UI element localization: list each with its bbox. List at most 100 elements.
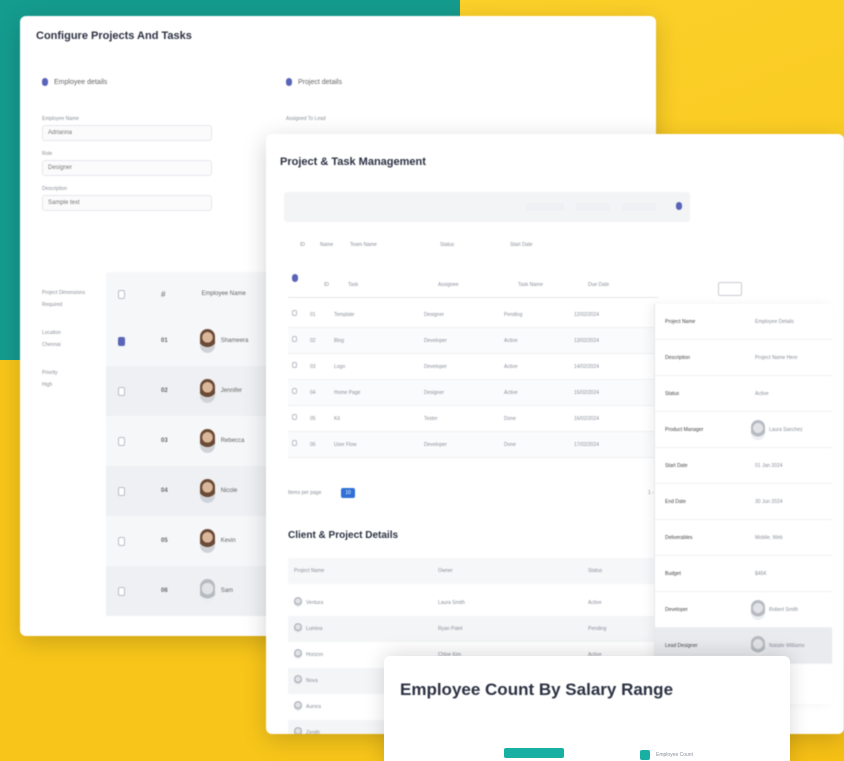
- client-cell: Nova: [306, 678, 318, 684]
- column-header[interactable]: Task Name: [518, 282, 543, 288]
- column-header[interactable]: Assignee: [438, 282, 459, 288]
- detail-row: Status Active: [655, 376, 832, 412]
- table-cell: 17/02/2024: [574, 442, 600, 448]
- client-cell: Aurora: [306, 704, 322, 710]
- row-checkbox[interactable]: [118, 386, 125, 396]
- column-header[interactable]: Task: [348, 282, 358, 288]
- client-column-header[interactable]: Project Name: [294, 568, 324, 574]
- side-label: Project Dimensions: [42, 290, 86, 296]
- configure-title: Configure Projects And Tasks: [36, 30, 192, 42]
- pager: Items per page 10 1 - 6: [288, 488, 658, 498]
- employee-id: 05: [161, 538, 168, 544]
- column-header[interactable]: Due Date: [588, 282, 609, 288]
- detail-row: Start Date 01 Jan 2024: [655, 448, 832, 484]
- detail-value: 01 Jan 2024: [755, 463, 783, 469]
- table-cell: Designer: [424, 312, 445, 318]
- table-cell: Developer: [424, 442, 447, 448]
- table-row[interactable]: 04 Home Page Designer Active 15/02/2024: [288, 380, 658, 406]
- export-csv-button[interactable]: [622, 203, 656, 211]
- pager-label: Items per page: [288, 490, 322, 496]
- row-checkbox[interactable]: [292, 362, 297, 368]
- table-cell: 02: [310, 338, 316, 344]
- client-cell: Laura Smith: [438, 600, 465, 606]
- client-column-header[interactable]: Owner: [438, 568, 453, 574]
- table-row[interactable]: 05 Kit Tester Done 16/02/2024: [288, 406, 658, 432]
- row-checkbox[interactable]: [292, 310, 297, 316]
- avatar: [199, 429, 215, 453]
- project-icon: [294, 597, 302, 607]
- row-checkbox[interactable]: [118, 436, 125, 446]
- row-checkbox[interactable]: [118, 336, 125, 346]
- project-icon: [294, 649, 302, 659]
- table-cell: Developer: [424, 338, 447, 344]
- toolbar: [284, 192, 690, 222]
- row-checkbox[interactable]: [292, 388, 297, 394]
- employee-id: 04: [161, 488, 168, 494]
- client-column-header[interactable]: Status: [588, 568, 602, 574]
- export-pdf-button[interactable]: [576, 203, 610, 211]
- group-header-cell: Start Date: [510, 242, 533, 248]
- column-chooser-button[interactable]: [718, 282, 742, 296]
- employee-id: 03: [161, 438, 168, 444]
- table-row[interactable]: 01 Template Designer Pending 12/02/2024: [288, 302, 658, 328]
- table-cell: 16/02/2024: [574, 416, 600, 422]
- client-cell: Active: [588, 600, 602, 606]
- detail-avatar: [751, 636, 765, 656]
- detail-label: Start Date: [665, 463, 688, 469]
- detail-row: End Date 30 Jun 2024: [655, 484, 832, 520]
- avatar: [199, 579, 215, 603]
- table-cell: 14/02/2024: [574, 364, 600, 370]
- pager-size-button[interactable]: 10: [341, 488, 355, 498]
- row-checkbox[interactable]: [292, 414, 297, 420]
- row-checkbox[interactable]: [292, 336, 297, 342]
- table-row[interactable]: 06 User Flow Developer Done 17/02/2024: [288, 432, 658, 458]
- client-cell: Ryan Patel: [438, 626, 463, 632]
- row-checkbox[interactable]: [118, 486, 125, 496]
- field-label: Role: [42, 151, 53, 157]
- employee-list-column: Employee Name: [201, 291, 246, 297]
- project-section-label: Project details: [298, 78, 342, 86]
- detail-panel: Project Name Employee Details Description P…: [654, 304, 832, 704]
- table-cell: 15/02/2024: [574, 390, 600, 396]
- detail-value: Employee Details: [755, 319, 794, 325]
- detail-label: Budget: [665, 571, 681, 577]
- detail-value: Robert Smith: [769, 607, 799, 613]
- select-all-checkbox[interactable]: [118, 289, 125, 299]
- row-checkbox[interactable]: [118, 536, 125, 546]
- table-cell: Designer: [424, 390, 445, 396]
- table-row[interactable]: 02 Blog Developer Active 13/02/2024: [288, 328, 658, 354]
- row-checkbox[interactable]: [118, 586, 125, 596]
- drag-icon[interactable]: [292, 274, 298, 282]
- table-cell: Done: [504, 442, 516, 448]
- project-section-icon: [286, 78, 292, 86]
- employee-section: Employee details: [42, 78, 107, 86]
- side-value: Required: [42, 302, 63, 308]
- client-row[interactable]: Lumina Ryan Patel Pending: [288, 616, 658, 642]
- detail-value: $45K: [755, 571, 767, 577]
- group-header-cell: Team Name: [350, 242, 377, 248]
- client-row[interactable]: Ventura Laura Smith Active: [288, 590, 658, 616]
- group-header-cell: ID: [300, 242, 305, 248]
- row-checkbox[interactable]: [292, 440, 297, 446]
- description-input[interactable]: Sample text: [42, 195, 212, 211]
- group-header-cell: Status: [440, 242, 455, 248]
- detail-row: Product Manager Laura Sanchez: [655, 412, 832, 448]
- detail-label: Project Name: [665, 319, 696, 325]
- table-cell: 03: [310, 364, 316, 370]
- table-row[interactable]: 03 Logo Developer Active 14/02/2024: [288, 354, 658, 380]
- column-header[interactable]: ID: [324, 282, 329, 288]
- project-field-label: Assigned To Lead: [286, 116, 326, 122]
- client-cell: Ventura: [306, 600, 324, 606]
- detail-value: Active: [755, 391, 769, 397]
- table-cell: User Flow: [334, 442, 357, 448]
- detail-row: Developer Robert Smith: [655, 592, 832, 628]
- detail-label: Description: [665, 355, 691, 361]
- settings-icon[interactable]: [676, 202, 682, 210]
- employee-name: Rebecca: [220, 438, 245, 444]
- detail-label: End Date: [665, 499, 686, 505]
- export-excel-button[interactable]: [526, 203, 564, 211]
- detail-value: Project Name Here: [755, 355, 798, 361]
- role-select[interactable]: Designer: [42, 160, 212, 176]
- salary-card: Employee Count By Salary Range Employee …: [384, 656, 790, 761]
- employee-name-input[interactable]: Adrianna: [42, 125, 212, 141]
